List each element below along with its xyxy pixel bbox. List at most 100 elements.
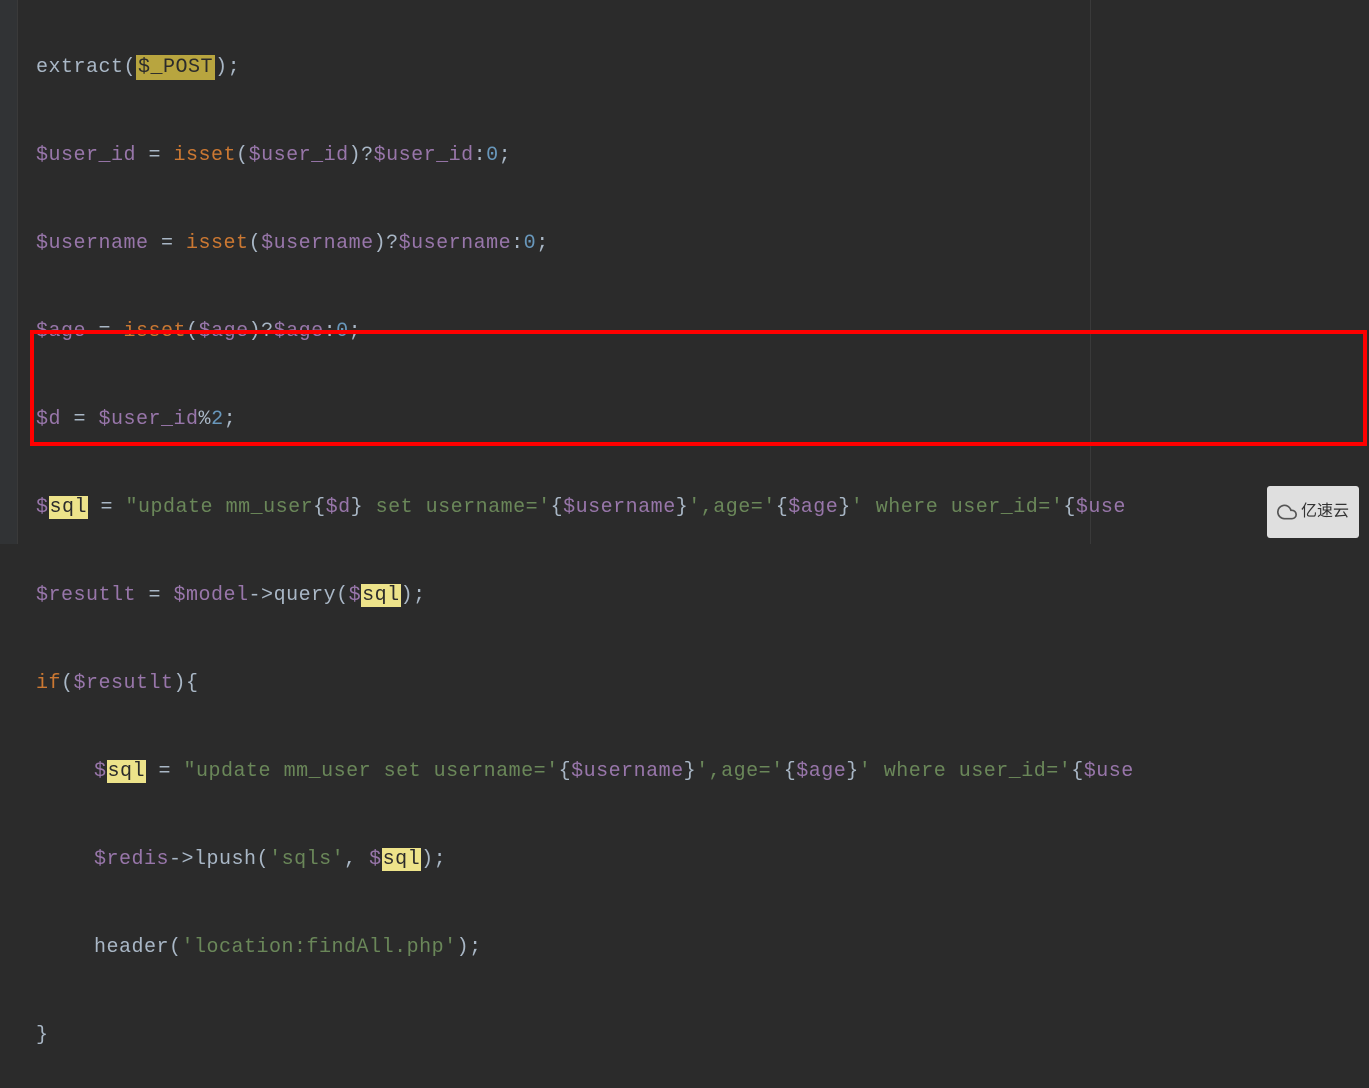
variable: $username: [399, 232, 512, 255]
brace: {: [559, 760, 572, 783]
close-semi: );: [401, 584, 426, 607]
variable: $redis: [94, 848, 169, 871]
number: 0: [524, 232, 537, 255]
paren: (: [186, 320, 199, 343]
paren: )?: [349, 144, 374, 167]
watermark-text: 亿速云: [1301, 490, 1349, 534]
string: ' where user_id=': [851, 496, 1064, 519]
brace: {: [1071, 760, 1084, 783]
string: ' where user_id=': [859, 760, 1072, 783]
variable: $d: [326, 496, 351, 519]
brace: {: [313, 496, 326, 519]
var-prefix: $: [349, 584, 362, 607]
brace: }: [676, 496, 689, 519]
paren: )?: [249, 320, 274, 343]
code-line: $d = $user_id%2;: [36, 398, 1134, 442]
var-highlighted: sql: [382, 848, 422, 871]
close-brace: }: [36, 1024, 49, 1047]
colon: :: [511, 232, 524, 255]
variable: $resutlt: [36, 584, 136, 607]
close-semi: );: [421, 848, 446, 871]
string: "update mm_user set username=': [184, 760, 559, 783]
code-line: $sql = "update mm_user{$d} set username=…: [36, 486, 1134, 530]
op: =: [86, 320, 124, 343]
number: 0: [336, 320, 349, 343]
op: =: [88, 496, 126, 519]
string: ',age=': [688, 496, 776, 519]
variable: $age: [36, 320, 86, 343]
close-semi: );: [215, 56, 240, 79]
watermark: 亿速云: [1267, 486, 1359, 538]
code-line: if($resutlt){: [36, 662, 1134, 706]
string: ',age=': [696, 760, 784, 783]
paren: (: [61, 672, 74, 695]
keyword: isset: [186, 232, 249, 255]
op: =: [136, 584, 174, 607]
string: 'sqls': [269, 848, 344, 871]
var-highlighted: $_POST: [136, 55, 215, 80]
variable: $use: [1076, 496, 1126, 519]
code-line: $sql = "update mm_user set username='{$u…: [36, 750, 1134, 794]
variable: $username: [36, 232, 149, 255]
paren: (: [169, 936, 182, 959]
method: lpush: [194, 848, 257, 871]
code-line: extract($_POST);: [36, 46, 1134, 90]
code-editor[interactable]: extract($_POST); $user_id = isset($user_…: [18, 0, 1134, 1088]
code-line: $redis->lpush('sqls', $sql);: [36, 838, 1134, 882]
code-line: $resutlt = $model->query($sql);: [36, 574, 1134, 618]
keyword: isset: [174, 144, 237, 167]
var-prefix: $: [369, 848, 382, 871]
variable: $d: [36, 408, 61, 431]
brace: }: [684, 760, 697, 783]
variable: $user_id: [99, 408, 199, 431]
comma: ,: [344, 848, 369, 871]
brace: {: [776, 496, 789, 519]
variable: $user_id: [36, 144, 136, 167]
paren: (: [249, 232, 262, 255]
code-line: }: [36, 1014, 1134, 1058]
variable: $age: [199, 320, 249, 343]
var-highlighted: sql: [361, 584, 401, 607]
op: =: [149, 232, 187, 255]
keyword: if: [36, 672, 61, 695]
variable: $user_id: [249, 144, 349, 167]
brace: }: [838, 496, 851, 519]
editor-gutter: [0, 0, 18, 544]
code-line: header('location:findAll.php');: [36, 926, 1134, 970]
brace: {: [1063, 496, 1076, 519]
brace: {: [551, 496, 564, 519]
variable: $username: [571, 760, 684, 783]
semi: ;: [349, 320, 362, 343]
cloud-icon: [1277, 502, 1297, 522]
op: =: [61, 408, 99, 431]
op: %: [199, 408, 212, 431]
string: "update mm_user: [126, 496, 314, 519]
var-highlighted: sql: [49, 496, 89, 519]
paren: (: [236, 144, 249, 167]
close-semi: );: [457, 936, 482, 959]
number: 0: [486, 144, 499, 167]
colon: :: [474, 144, 487, 167]
arrow: ->: [169, 848, 194, 871]
brace: }: [351, 496, 364, 519]
var-prefix: $: [94, 760, 107, 783]
var-prefix: $: [36, 496, 49, 519]
variable: $resutlt: [74, 672, 174, 695]
func-call: header: [94, 936, 169, 959]
var-highlighted: sql: [107, 760, 147, 783]
variable: $use: [1084, 760, 1134, 783]
op: =: [146, 760, 184, 783]
paren: (: [124, 56, 137, 79]
brace: }: [846, 760, 859, 783]
code-line: $user_id = isset($user_id)?$user_id:0;: [36, 134, 1134, 178]
paren: (: [257, 848, 270, 871]
number: 2: [211, 408, 224, 431]
arrow: ->: [249, 584, 274, 607]
string: 'location:findAll.php': [182, 936, 457, 959]
semi: ;: [224, 408, 237, 431]
code-line: $age = isset($age)?$age:0;: [36, 310, 1134, 354]
variable: $age: [788, 496, 838, 519]
code-line: $username = isset($username)?$username:0…: [36, 222, 1134, 266]
string: set username=': [363, 496, 551, 519]
variable: $age: [796, 760, 846, 783]
